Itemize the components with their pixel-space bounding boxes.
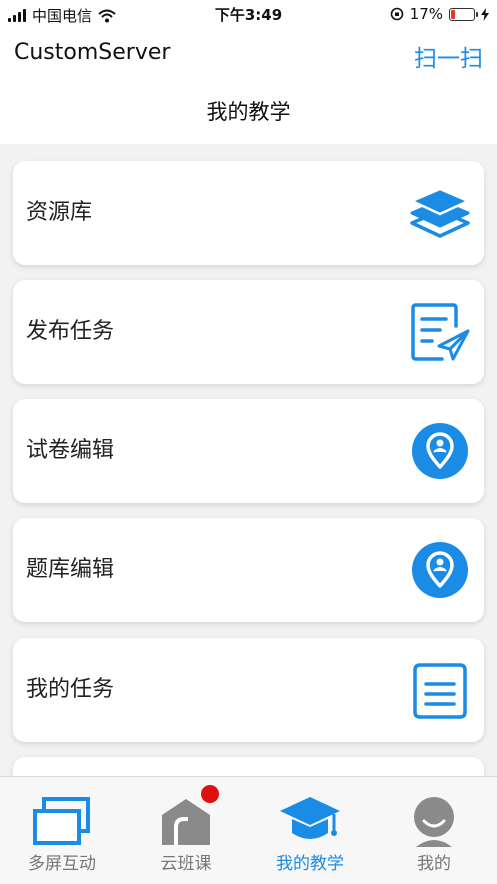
status-right: 17% bbox=[390, 5, 489, 23]
menu-item-exam-edit[interactable]: 试卷编辑 bbox=[13, 399, 484, 503]
multi-screen-icon bbox=[33, 797, 90, 845]
battery-percent: 17% bbox=[409, 5, 443, 23]
charging-icon bbox=[481, 7, 489, 21]
menu-item-label: 我的任务 bbox=[26, 677, 115, 702]
tab-label: 云班课 bbox=[160, 854, 212, 874]
tab-mine[interactable]: 我的 bbox=[372, 777, 496, 884]
menu-item-publish-task[interactable]: 发布任务 bbox=[13, 280, 484, 384]
app-name: CustomServer bbox=[14, 40, 171, 65]
location-pin-icon bbox=[412, 423, 468, 479]
menu-item-label: 发布任务 bbox=[26, 319, 115, 344]
battery-icon bbox=[449, 7, 478, 21]
menu-item-my-tasks[interactable]: 我的任务 bbox=[13, 638, 484, 742]
page-title: 我的教学 bbox=[206, 100, 291, 124]
menu-item-resource-library[interactable]: 资源库 bbox=[13, 161, 484, 265]
status-bar: 中国电信 下午3:49 17% bbox=[0, 0, 497, 28]
tab-label: 我的教学 bbox=[276, 854, 344, 874]
tab-multi-screen[interactable]: 多屏互动 bbox=[0, 777, 124, 884]
notification-badge bbox=[201, 785, 219, 803]
menu-item-label: 资源库 bbox=[26, 200, 93, 225]
battery-level bbox=[451, 9, 455, 19]
tab-my-teaching[interactable]: 我的教学 bbox=[248, 777, 372, 884]
layers-icon bbox=[410, 187, 470, 238]
header: CustomServer 扫一扫 我的教学 bbox=[0, 28, 497, 144]
profile-icon bbox=[414, 797, 454, 847]
tab-label: 我的 bbox=[417, 854, 451, 874]
orientation-lock-icon bbox=[390, 7, 403, 21]
tab-label: 多屏互动 bbox=[28, 854, 96, 874]
graduation-cap-icon bbox=[280, 797, 340, 839]
menu-item-question-bank-edit[interactable]: 题库编辑 bbox=[13, 518, 484, 622]
tab-cloud-class[interactable]: 云班课 bbox=[124, 777, 248, 884]
scan-button[interactable]: 扫一扫 bbox=[414, 39, 483, 73]
clipboard-list-icon bbox=[413, 663, 467, 719]
menu-item-label: 试卷编辑 bbox=[26, 438, 115, 463]
publish-task-icon bbox=[411, 303, 470, 361]
menu-item-label: 题库编辑 bbox=[26, 557, 115, 582]
location-pin-icon bbox=[412, 542, 468, 598]
tab-bar: 多屏互动 云班课 我的教学 我的 bbox=[0, 776, 497, 884]
